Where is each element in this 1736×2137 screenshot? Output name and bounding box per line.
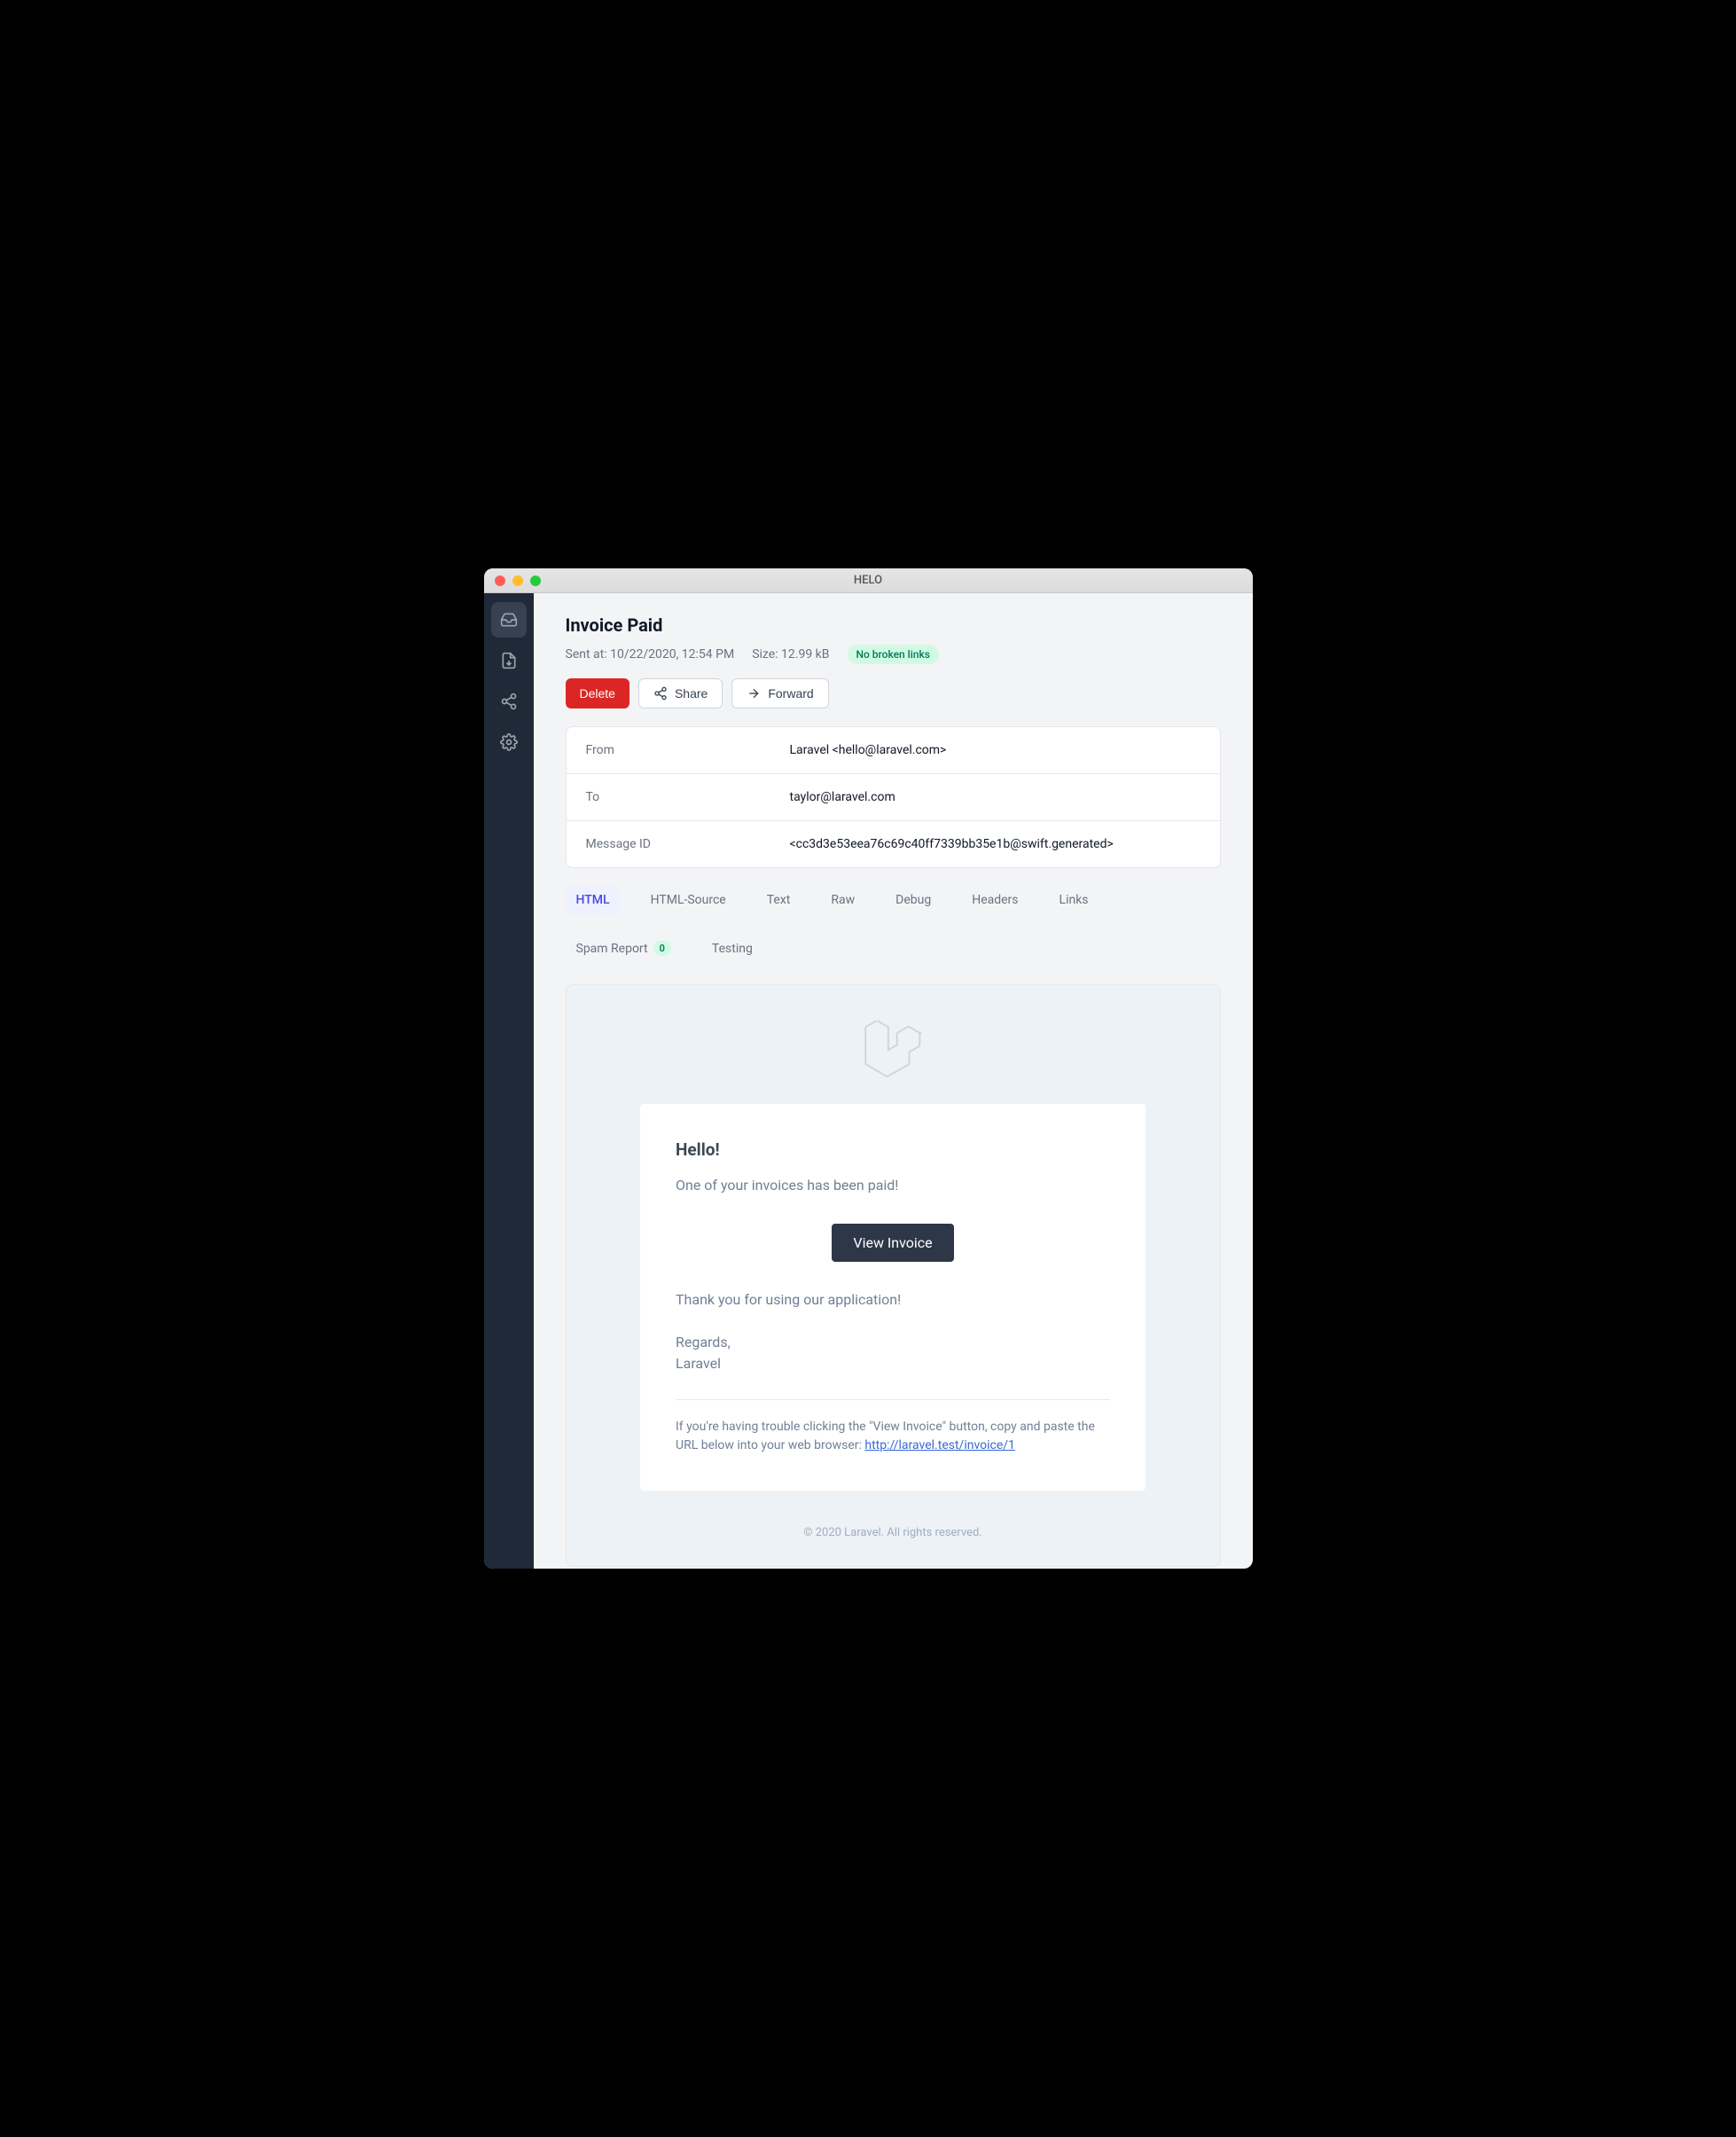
gear-icon xyxy=(500,733,518,751)
laravel-logo-icon xyxy=(864,1021,921,1077)
tab-html-source[interactable]: HTML-Source xyxy=(640,886,737,914)
share-button[interactable]: Share xyxy=(638,678,723,708)
share-button-label: Share xyxy=(675,686,708,701)
file-download-icon xyxy=(500,652,518,669)
email-footer: © 2020 Laravel. All rights reserved. xyxy=(567,1526,1220,1539)
email-regards: Regards, xyxy=(676,1334,731,1350)
details-card: From Laravel <hello@laravel.com> To tayl… xyxy=(566,726,1221,868)
tab-links[interactable]: Links xyxy=(1049,886,1099,914)
view-invoice-button[interactable]: View Invoice xyxy=(832,1224,953,1262)
tab-text[interactable]: Text xyxy=(756,886,802,914)
tab-testing[interactable]: Testing xyxy=(701,935,763,963)
forward-button[interactable]: Forward xyxy=(731,678,828,708)
delete-button[interactable]: Delete xyxy=(566,678,629,708)
traffic-lights xyxy=(484,575,541,586)
from-label: From xyxy=(586,743,790,757)
maximize-window-button[interactable] xyxy=(530,575,541,586)
link-status-badge: No broken links xyxy=(848,645,939,664)
main-content: Invoice Paid Sent at: 10/22/2020, 12:54 … xyxy=(534,593,1253,1569)
action-row: Delete Share Forward xyxy=(566,678,1221,708)
inbox-icon xyxy=(500,611,518,629)
sent-at-label: Sent at: 10/22/2020, 12:54 PM xyxy=(566,647,735,661)
email-sender: Laravel xyxy=(676,1355,721,1372)
msgid-label: Message ID xyxy=(586,837,790,851)
email-intro: One of your invoices has been paid! xyxy=(676,1174,1110,1197)
to-value: taylor@laravel.com xyxy=(790,790,895,804)
email-fallback-link[interactable]: http://laravel.test/invoice/1 xyxy=(864,1438,1015,1452)
app-window: HELO Invoice Paid Sent at: 10/22/2020, 1… xyxy=(484,568,1253,1569)
app-body: Invoice Paid Sent at: 10/22/2020, 12:54 … xyxy=(484,593,1253,1569)
minimize-window-button[interactable] xyxy=(512,575,523,586)
email-button-row: View Invoice xyxy=(676,1224,1110,1262)
delete-button-label: Delete xyxy=(580,686,615,701)
to-label: To xyxy=(586,790,790,804)
tab-debug[interactable]: Debug xyxy=(885,886,942,914)
sidebar xyxy=(484,593,534,1569)
from-row: From Laravel <hello@laravel.com> xyxy=(567,727,1220,774)
window-title: HELO xyxy=(854,574,882,587)
email-trouble-text: If you're having trouble clicking the "V… xyxy=(676,1418,1110,1455)
email-signature: Regards, Laravel xyxy=(676,1332,1110,1374)
forward-button-label: Forward xyxy=(768,686,813,701)
close-window-button[interactable] xyxy=(495,575,505,586)
tab-headers[interactable]: Headers xyxy=(961,886,1028,914)
email-outro: Thank you for using our application! xyxy=(676,1288,1110,1311)
tab-spam-report[interactable]: Spam Report 0 xyxy=(566,934,682,963)
msgid-row: Message ID <cc3d3e53eea76c69c40ff7339bb3… xyxy=(567,821,1220,867)
tabs: HTML HTML-Source Text Raw Debug Headers … xyxy=(566,886,1221,963)
window-titlebar: HELO xyxy=(484,568,1253,593)
email-greeting: Hello! xyxy=(676,1139,1110,1160)
sidebar-item-share[interactable] xyxy=(491,684,527,719)
sidebar-item-inbox[interactable] xyxy=(491,602,527,638)
sidebar-item-download[interactable] xyxy=(491,643,527,678)
meta-row: Sent at: 10/22/2020, 12:54 PM Size: 12.9… xyxy=(566,645,1221,664)
tab-raw[interactable]: Raw xyxy=(820,886,865,914)
share-icon xyxy=(653,686,668,701)
share-icon xyxy=(500,693,518,710)
spam-count-badge: 0 xyxy=(653,941,671,956)
from-value: Laravel <hello@laravel.com> xyxy=(790,743,947,757)
sidebar-item-settings[interactable] xyxy=(491,724,527,760)
msgid-value: <cc3d3e53eea76c69c40ff7339bb35e1b@swift.… xyxy=(790,837,1114,851)
tab-spam-report-label: Spam Report xyxy=(576,942,648,956)
tab-html[interactable]: HTML xyxy=(566,886,621,914)
arrow-right-icon xyxy=(747,686,761,701)
email-divider xyxy=(676,1399,1110,1400)
size-label: Size: 12.99 kB xyxy=(752,647,829,661)
email-preview: Hello! One of your invoices has been pai… xyxy=(566,984,1221,1567)
email-body-card: Hello! One of your invoices has been pai… xyxy=(640,1104,1146,1491)
page-title: Invoice Paid xyxy=(566,614,1221,636)
preview-logo xyxy=(567,1021,1220,1077)
to-row: To taylor@laravel.com xyxy=(567,774,1220,821)
